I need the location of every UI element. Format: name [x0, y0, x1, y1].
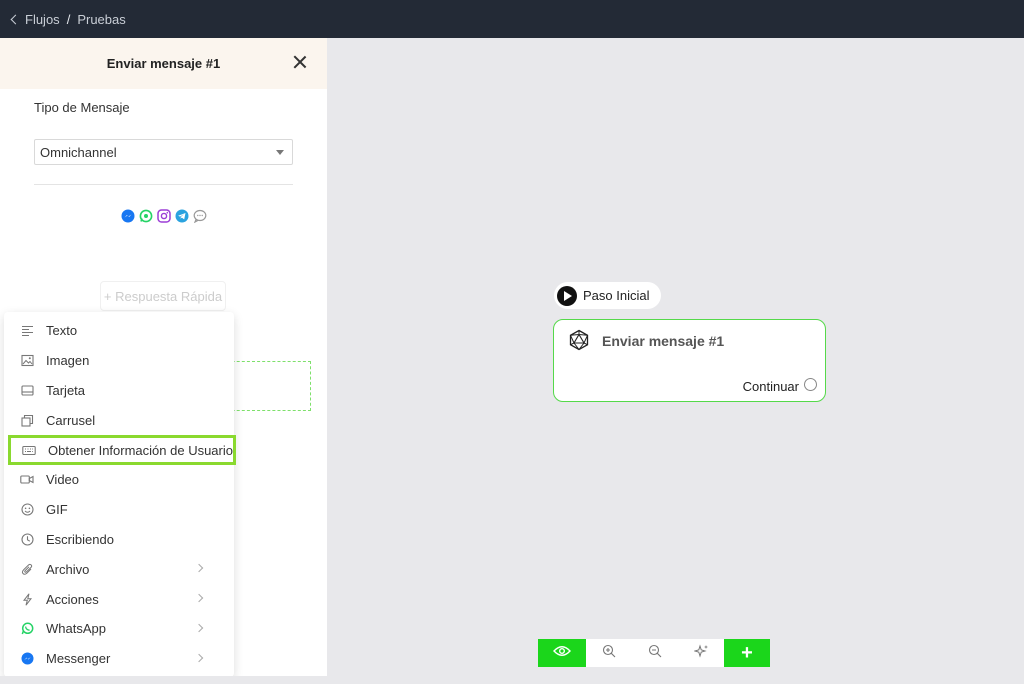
messenger-icon: [121, 209, 135, 223]
breadcrumb-separator: /: [66, 11, 71, 27]
panel-header: Enviar mensaje #1: [0, 38, 327, 89]
zoom-in-icon: [602, 644, 616, 663]
menu-item-label: Acciones: [46, 591, 99, 607]
messenger-icon: [20, 652, 34, 666]
menu-item-label: WhatsApp: [46, 621, 106, 637]
chat-icon: [193, 209, 207, 224]
paperclip-icon: [20, 562, 34, 576]
breadcrumb-current[interactable]: Pruebas: [77, 12, 125, 27]
start-node[interactable]: Paso Inicial: [554, 282, 661, 309]
video-icon: [20, 473, 34, 487]
menu-item-video[interactable]: Video: [4, 465, 234, 495]
menu-item-whatsapp[interactable]: WhatsApp: [4, 614, 234, 644]
menu-item-label: Texto: [46, 323, 78, 339]
clock-icon: [20, 532, 34, 546]
chevron-right-icon: [194, 593, 204, 603]
menu-item-label: Messenger: [46, 651, 111, 667]
add-node-button[interactable]: +: [724, 639, 770, 667]
output-port[interactable]: [804, 378, 817, 391]
menu-item-carrusel[interactable]: Carrusel: [4, 405, 234, 435]
menu-item-label: Archivo: [46, 561, 90, 577]
panel-bottom-strip: [0, 676, 327, 684]
quick-reply-button[interactable]: + Respuesta Rápida: [100, 281, 226, 311]
keyboard-icon: [22, 443, 36, 457]
gif-icon: [20, 503, 34, 517]
chevron-right-icon: [194, 623, 204, 633]
caret-down-icon: [276, 150, 284, 155]
plus-icon: +: [741, 641, 753, 664]
carousel-icon: [20, 413, 34, 427]
menu-item-label: GIF: [46, 502, 68, 518]
whatsapp-icon: [139, 209, 153, 223]
whatsapp-icon: [20, 622, 34, 636]
panel-title: Enviar mensaje #1: [106, 56, 221, 71]
play-icon: [557, 285, 577, 306]
auto-layout-button[interactable]: [678, 639, 724, 667]
close-icon[interactable]: [293, 55, 307, 69]
menu-item-label: Escribiendo: [46, 531, 114, 547]
magic-icon: [692, 643, 709, 663]
menu-item-gif[interactable]: GIF: [4, 495, 234, 525]
menu-item-messenger[interactable]: Messenger: [4, 644, 234, 674]
menu-item-imagen[interactable]: Imagen: [4, 346, 234, 376]
zoom-out-icon: [648, 644, 662, 663]
text-icon: [20, 324, 34, 338]
breadcrumb-root[interactable]: Flujos: [25, 12, 60, 27]
channel-icons: [121, 209, 207, 224]
menu-item-acciones[interactable]: Acciones: [4, 584, 234, 614]
card-icon: [20, 383, 34, 397]
preview-button[interactable]: [538, 639, 586, 667]
instagram-icon: [157, 209, 171, 223]
menu-item-label: Imagen: [46, 353, 90, 369]
menu-item-label: Tarjeta: [46, 382, 86, 398]
lightning-icon: [20, 592, 34, 606]
message-type-label: Tipo de Mensaje: [34, 100, 130, 115]
menu-item-label: Carrusel: [46, 412, 96, 428]
menu-item-archivo[interactable]: Archivo: [4, 554, 234, 584]
menu-item-escribiendo[interactable]: Escribiendo: [4, 525, 234, 555]
canvas-toolbar: +: [538, 639, 770, 667]
eye-icon: [553, 644, 571, 662]
node-continue-label: Continuar: [742, 379, 799, 394]
back-chevron-icon[interactable]: [10, 14, 21, 25]
zoom-in-button[interactable]: [586, 639, 632, 667]
zoom-out-button[interactable]: [632, 639, 678, 667]
menu-item-tarjeta[interactable]: Tarjeta: [4, 376, 234, 406]
start-node-label: Paso Inicial: [583, 288, 650, 303]
image-icon: [20, 354, 34, 368]
send-message-node[interactable]: Enviar mensaje #1 Continuar: [553, 319, 826, 402]
menu-item-obtener-informacion[interactable]: Obtener Información de Usuario: [8, 435, 236, 465]
telegram-icon: [175, 209, 189, 223]
icosahedron-icon: [568, 329, 590, 351]
menu-item-label: Video: [46, 472, 80, 488]
message-type-select[interactable]: Omnichannel: [34, 139, 293, 165]
chevron-right-icon: [194, 653, 204, 663]
node-title: Enviar mensaje #1: [602, 333, 725, 349]
top-bar: Flujos / Pruebas: [0, 0, 1024, 38]
content-type-menu: Texto Imagen Tarjeta Carrusel Obtener In…: [4, 312, 236, 677]
chevron-right-icon: [194, 564, 204, 573]
menu-item-texto[interactable]: Texto: [4, 316, 234, 346]
menu-item-label: Obtener Información de Usuario: [48, 442, 233, 458]
divider: [34, 184, 293, 185]
message-type-value: Omnichannel: [40, 145, 117, 160]
